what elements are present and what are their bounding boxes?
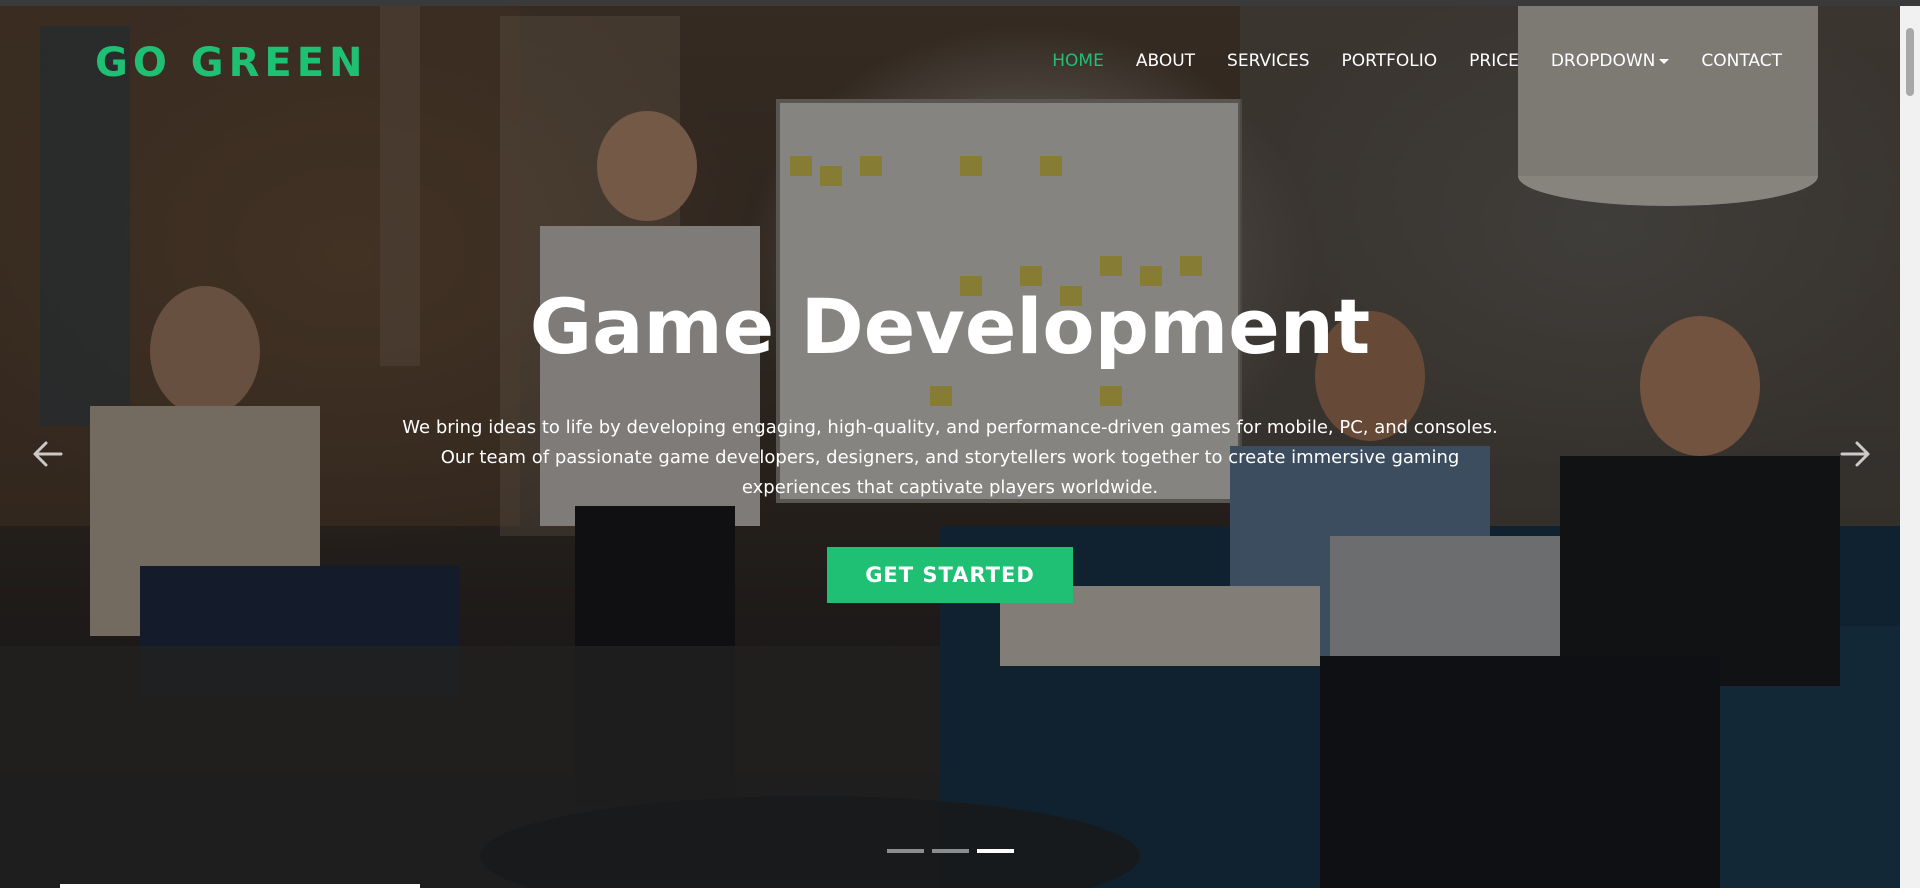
scrollbar-thumb[interactable] — [1906, 28, 1914, 96]
carousel-indicator-3[interactable] — [977, 849, 1014, 853]
nav-item-price[interactable]: PRICE — [1453, 50, 1535, 72]
hero-content: Game Development We bring ideas to life … — [370, 285, 1530, 603]
nav-item-about[interactable]: ABOUT — [1120, 50, 1211, 72]
carousel-next-button[interactable] — [1838, 437, 1872, 471]
carousel-indicator-1[interactable] — [887, 849, 924, 853]
nav-item-dropdown[interactable]: DROPDOWN — [1535, 50, 1686, 72]
page-load-progress-bar — [60, 884, 420, 888]
brand-logo[interactable]: GO GREEN — [95, 40, 368, 86]
get-started-button[interactable]: GET STARTED — [827, 546, 1073, 603]
nav-item-dropdown-label: DROPDOWN — [1550, 51, 1656, 71]
nav-item-home[interactable]: HOME — [1036, 50, 1120, 72]
carousel-indicator-2[interactable] — [932, 849, 969, 853]
caret-down-icon — [1659, 58, 1670, 64]
carousel-prev-button[interactable] — [31, 437, 65, 471]
nav-item-services[interactable]: SERVICES — [1211, 50, 1325, 72]
carousel-indicators — [887, 849, 1014, 853]
vertical-scrollbar[interactable] — [1900, 6, 1920, 888]
main-nav: HOME ABOUT SERVICES PORTFOLIO PRICE DROP… — [1036, 50, 1798, 72]
hero-description: We bring ideas to life by developing eng… — [402, 416, 1498, 498]
nav-item-portfolio[interactable]: PORTFOLIO — [1326, 50, 1454, 72]
arrow-right-icon — [1840, 441, 1870, 467]
nav-item-contact[interactable]: CONTACT — [1685, 50, 1798, 72]
hero-title: Game Development — [529, 282, 1371, 371]
arrow-left-icon — [33, 441, 63, 467]
page: GO GREEN HOME ABOUT SERVICES PORTFOLIO P… — [0, 0, 1920, 888]
